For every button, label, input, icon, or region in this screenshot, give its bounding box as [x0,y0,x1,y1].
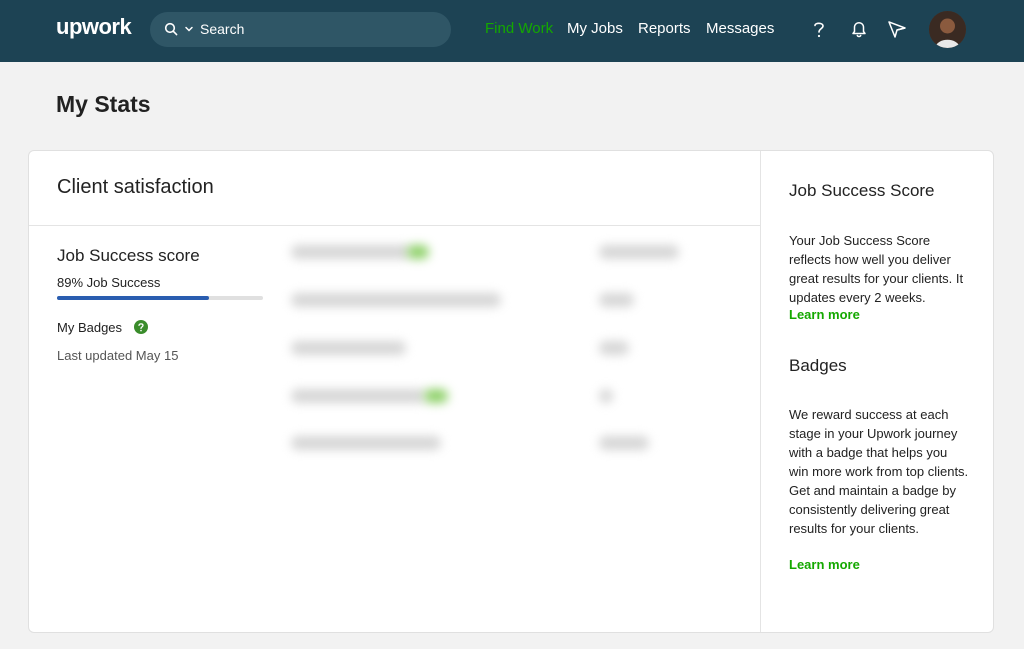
blurred-row-badge [424,389,448,403]
job-success-score-heading: Job Success Score [789,181,935,200]
blurred-row-label [291,293,501,307]
job-success-progress-fill [57,296,210,300]
upwork-logo[interactable]: upwork [56,14,132,40]
avatar[interactable] [929,11,966,48]
blurred-row-value [599,245,679,259]
my-badges-label: My Badges [57,320,123,335]
badges-learn-more-link[interactable]: Learn more [789,557,860,572]
page-title: My Stats [56,91,151,117]
blurred-row-label [291,341,406,355]
job-success-score-description: Your Job Success Score reflects how well… [789,233,964,305]
last-updated-text: Last updated May 15 [57,348,179,363]
nav-find-work[interactable]: Find Work [485,20,553,37]
search-icon [164,22,178,36]
nav-messages[interactable]: Messages [706,20,774,37]
blurred-row-value [599,341,629,355]
send-icon[interactable] [886,18,908,40]
blurred-row-value [599,436,649,450]
blurred-row-label [291,245,411,259]
blurred-row-value [599,293,634,307]
search-bar[interactable]: Search [150,12,451,47]
nav-reports[interactable]: Reports [638,20,691,37]
blurred-row-label [291,389,426,403]
blurred-row-badge [407,245,429,259]
job-success-learn-more-link[interactable]: Learn more [789,307,860,322]
job-success-value: 89% Job Success [57,275,161,290]
job-success-progress-bar [57,296,263,300]
help-icon[interactable] [808,18,830,40]
search-input[interactable]: Search [200,21,244,37]
client-satisfaction-title: Client satisfaction [57,176,214,198]
help-circle-icon[interactable] [134,320,148,334]
blurred-row-value [599,389,613,403]
badges-description: We reward success at each stage in your … [789,407,969,536]
top-navigation: upwork Search Find Work My Jobs Reports … [0,0,1024,62]
bell-icon[interactable] [848,18,870,40]
profile-photo-icon [929,11,966,48]
badges-heading: Badges [789,356,847,375]
chevron-down-icon[interactable] [184,24,194,34]
nav-my-jobs[interactable]: My Jobs [567,20,623,37]
card-divider-horizontal [29,225,760,226]
card-divider-vertical [760,151,761,632]
stats-card: Client satisfaction Job Success score 89… [28,150,994,633]
job-success-score-title: Job Success score [57,246,200,265]
blurred-row-label [291,436,441,450]
